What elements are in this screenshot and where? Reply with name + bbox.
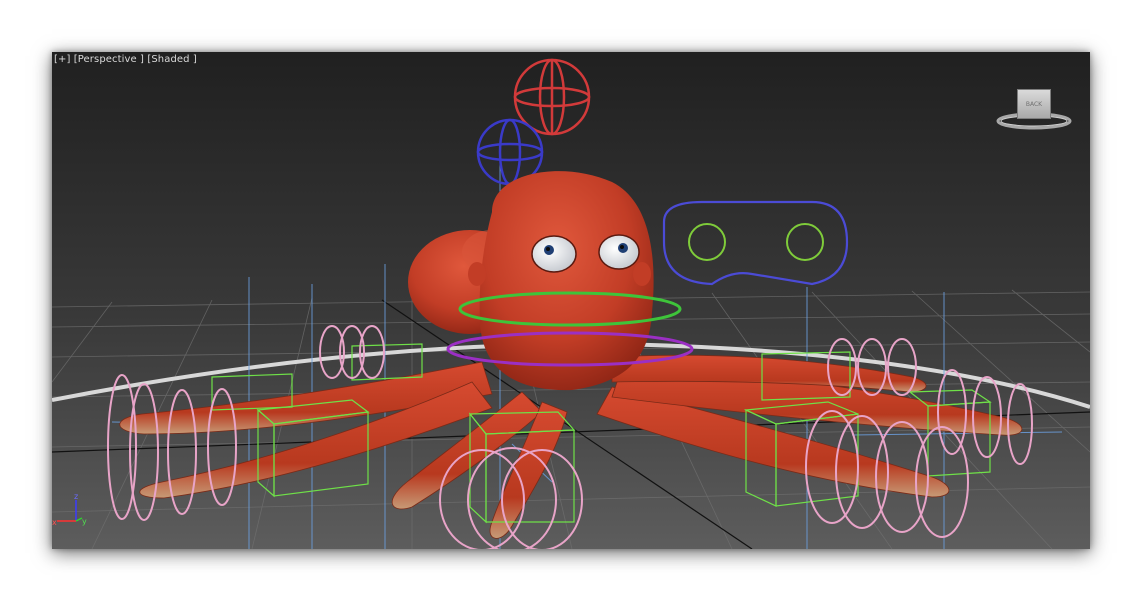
viewport-point-of-view-label[interactable]: [Perspective ] <box>74 54 144 65</box>
screenshot-frame: [+] [Perspective ] [Shaded ] BACK z x y <box>0 0 1143 602</box>
axis-y-label: y <box>82 517 87 526</box>
viewport-menu-plus[interactable]: [+] <box>54 54 70 65</box>
viewport-shading-label[interactable]: [Shaded ] <box>147 54 197 65</box>
viewport-label: [+] [Perspective ] [Shaded ] <box>54 54 197 65</box>
axis-z-label: z <box>74 492 78 501</box>
viewcube-face-label: BACK <box>1025 100 1043 108</box>
viewport-scene[interactable] <box>52 52 1090 549</box>
octopus-head <box>468 171 654 391</box>
perspective-viewport[interactable]: [+] [Perspective ] [Shaded ] BACK z x y <box>52 52 1090 549</box>
axis-tripod: z x y <box>52 492 87 527</box>
viewcube-back-face[interactable]: BACK <box>1017 89 1051 119</box>
viewcube[interactable]: BACK <box>996 86 1072 132</box>
axis-x-label: x <box>52 518 57 527</box>
